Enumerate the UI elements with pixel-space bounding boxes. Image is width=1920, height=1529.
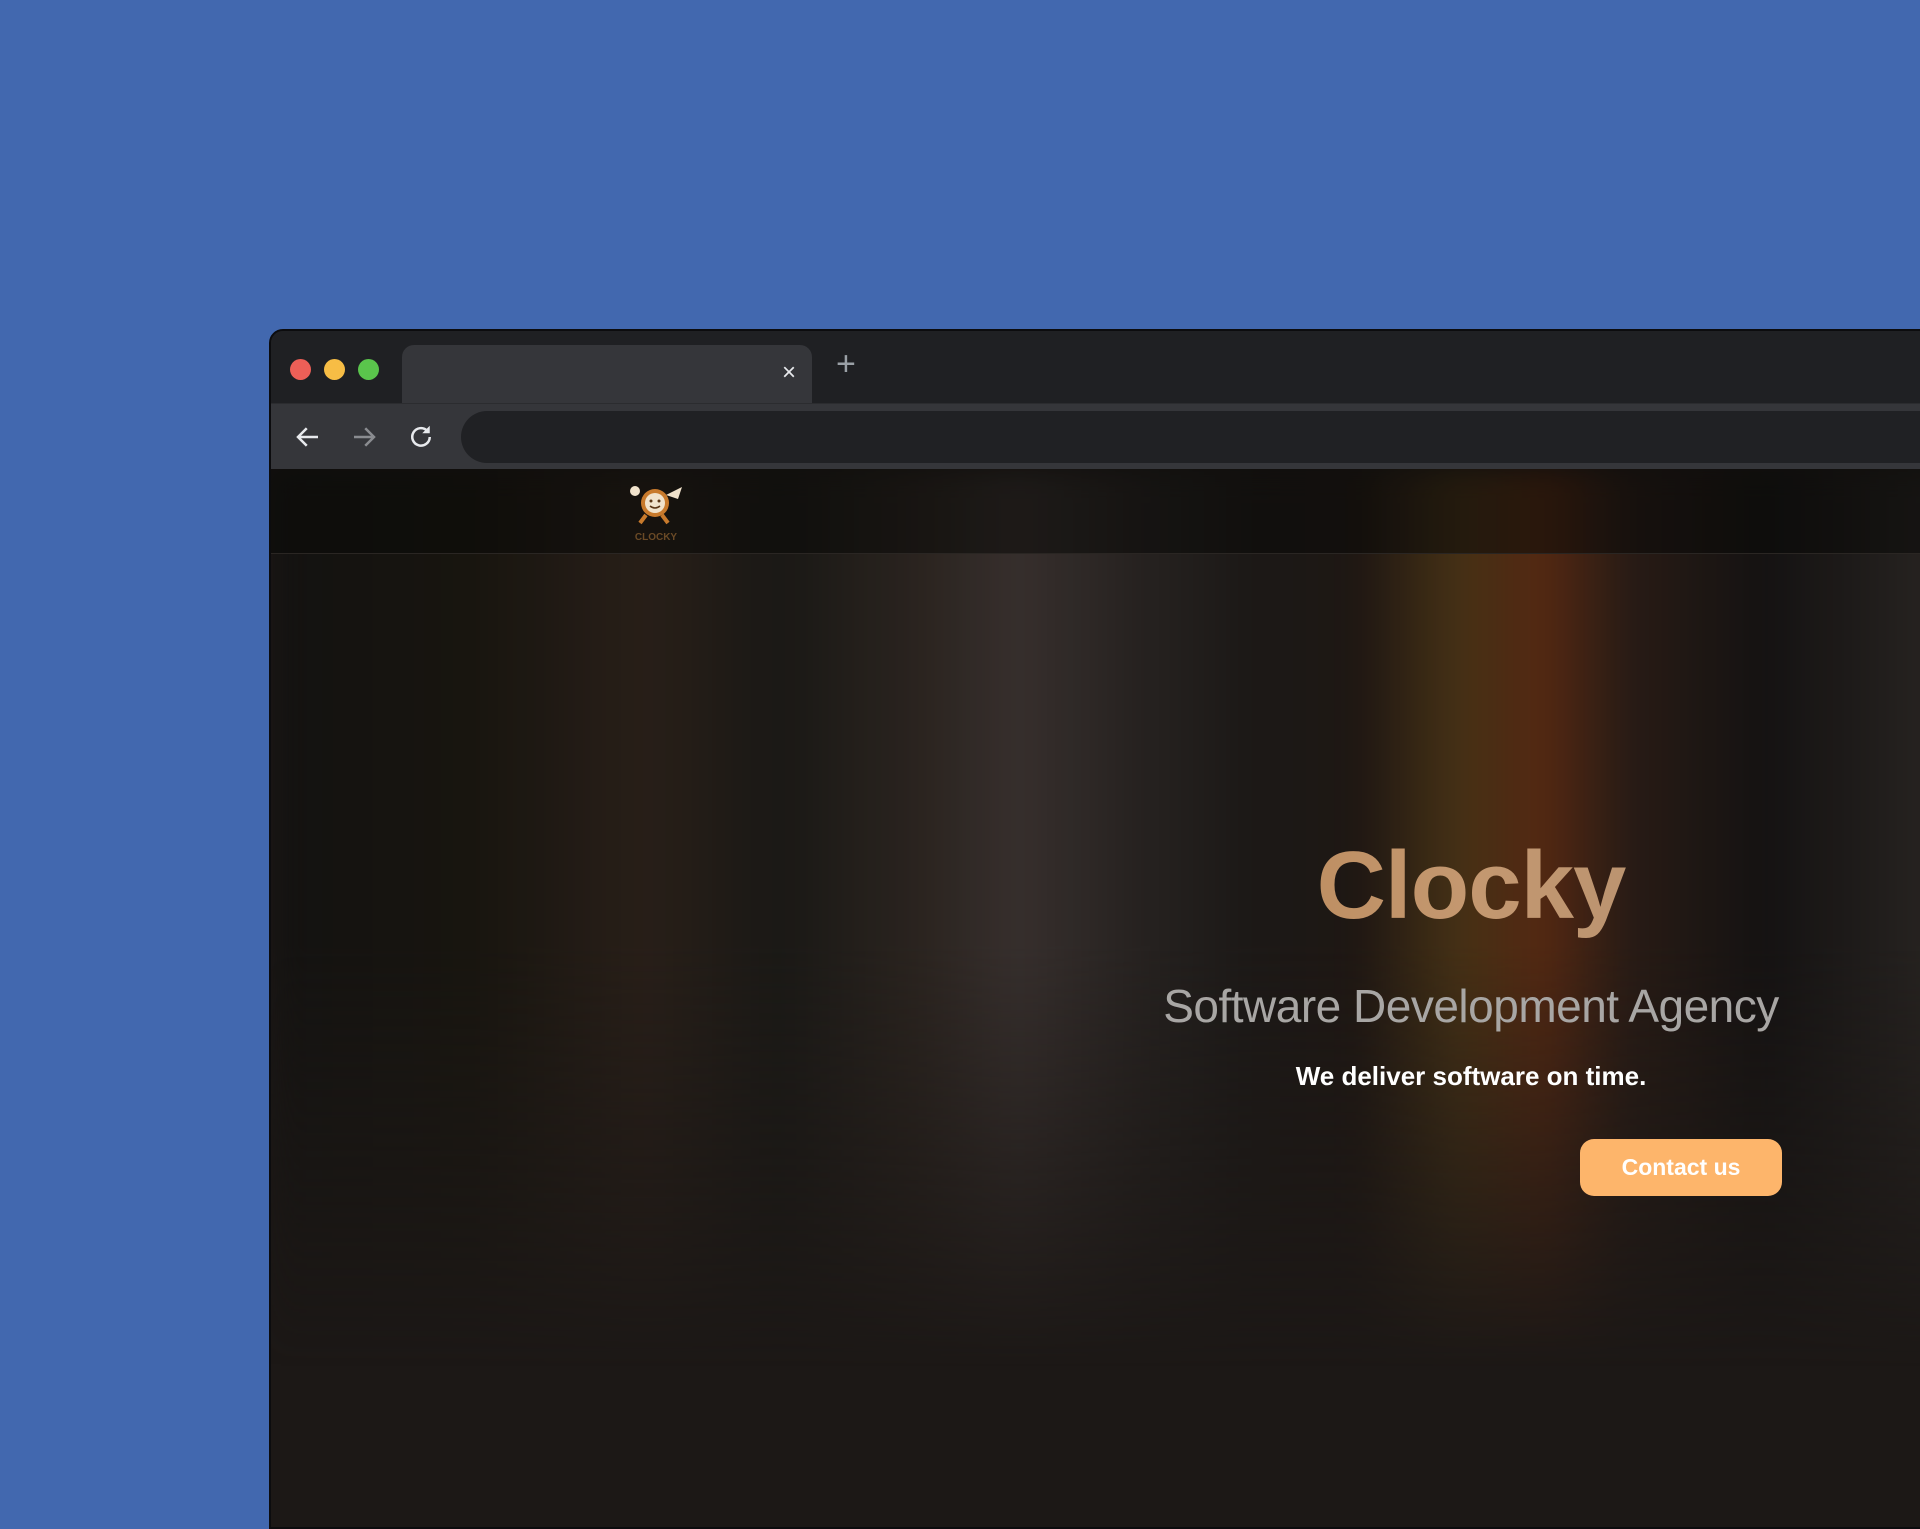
clock-mascot-icon: [630, 486, 682, 525]
address-bar[interactable]: [461, 411, 1920, 463]
reload-icon[interactable]: [406, 422, 436, 452]
browser-tab[interactable]: ×: [402, 345, 812, 403]
close-window-button[interactable]: [290, 359, 311, 380]
contact-us-button[interactable]: Contact us: [1580, 1139, 1782, 1196]
logo-text: CLOCKY: [634, 532, 678, 543]
forward-arrow-icon[interactable]: [349, 422, 379, 452]
title-bar: × +: [271, 331, 1920, 403]
browser-window: × + CLOCKY Clocky Software Development A…: [269, 329, 1920, 1529]
web-page: CLOCKY Clocky Software Development Agenc…: [271, 469, 1920, 1527]
minimize-window-button[interactable]: [324, 359, 345, 380]
site-nav: CLOCKY: [271, 469, 1920, 554]
hero-title: Clocky: [921, 831, 1920, 941]
hero-subtitle: Software Development Agency: [1163, 980, 1779, 1032]
browser-toolbar: [271, 403, 1920, 469]
maximize-window-button[interactable]: [358, 359, 379, 380]
new-tab-icon[interactable]: +: [836, 345, 856, 384]
back-arrow-icon[interactable]: [293, 422, 323, 452]
clocky-logo[interactable]: CLOCKY: [626, 481, 686, 543]
hero-tagline: We deliver software on time.: [1295, 1061, 1647, 1091]
tab-close-icon[interactable]: ×: [782, 359, 796, 387]
